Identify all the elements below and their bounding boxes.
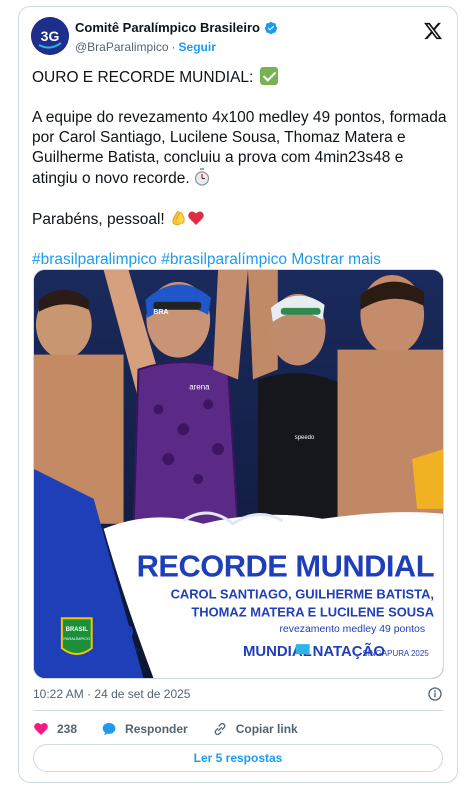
show-more-link[interactable]: Mostrar mais	[291, 251, 381, 268]
media-names-line2: THOMAZ MATERA E LUCILENE SOUSA	[191, 604, 434, 619]
post-meta: 10:22 AM · 24 de set de 2025	[33, 687, 443, 703]
media-names-line1: CAROL SANTIAGO, GUILHERME BATISTA,	[171, 586, 434, 601]
brand-wave-icon	[295, 644, 310, 655]
congrats-text: Parabéns, pessoal!	[32, 211, 165, 228]
logo-brasil-sub: PARALÍMPICO	[63, 636, 90, 641]
link-icon	[214, 722, 226, 736]
read-replies-button[interactable]: Ler 5 respostas	[33, 744, 443, 772]
account-handle[interactable]: @BraParalimpico	[75, 40, 169, 54]
post-header: 3G Comitê Paralímpico Brasileiro @BraPar…	[31, 17, 445, 61]
brand-location: SINGAPURA 2025	[362, 649, 429, 658]
cap-text: BRA	[153, 309, 168, 316]
media-headline: RECORDE MUNDIAL	[137, 548, 434, 583]
suit-brand-speedo: speedo	[295, 435, 315, 441]
post-time[interactable]: 10:22 AM	[33, 687, 84, 701]
follow-button[interactable]: Seguir	[179, 40, 216, 54]
swimmers-photo-graphic: BRA arena speedo RECORDE MUNDIAL CAROL S…	[34, 270, 443, 678]
post-body: A equipe do revezamento 4x100 medley 49 …	[32, 109, 447, 187]
divider	[33, 710, 443, 711]
post-card: 3G Comitê Paralímpico Brasileiro @BraPar…	[18, 6, 458, 783]
svg-text:3G: 3G	[41, 28, 60, 44]
account-name[interactable]: Comitê Paralímpico Brasileiro	[75, 20, 260, 35]
copy-link-label: Copiar link	[235, 722, 298, 736]
hashtag-brasilparalimpico[interactable]: #brasilparalimpico	[32, 251, 157, 268]
verified-badge-icon	[264, 21, 278, 35]
like-button[interactable]: 238	[33, 721, 77, 737]
reply-button[interactable]: Responder	[101, 721, 188, 737]
reply-label: Responder	[125, 722, 188, 736]
meta-separator: ·	[87, 687, 92, 701]
like-count: 238	[57, 722, 78, 736]
reply-bubble-icon	[102, 723, 116, 736]
post-date[interactable]: 24 de set de 2025	[94, 687, 190, 701]
hashtag-brasilparalimpico-accent[interactable]: #brasilparalímpico	[161, 251, 287, 268]
logo-30-sub3: BRASILEIRO	[112, 652, 136, 657]
media-event: revezamento medley 49 pontos	[279, 624, 425, 635]
post-headline: OURO E RECORDE MUNDIAL:	[32, 69, 254, 86]
handle-separator: ·	[171, 40, 176, 54]
info-icon[interactable]	[427, 686, 443, 702]
logo-30: 30	[114, 622, 134, 642]
heart-icon	[34, 722, 48, 735]
cpb-logo-icon: 3G	[31, 17, 69, 55]
x-logo-icon[interactable]	[423, 21, 443, 41]
logo-brasil: BRASIL	[66, 627, 89, 633]
suit-brand-arena: arena	[189, 382, 210, 391]
stopwatch-icon	[194, 168, 210, 186]
post-text: OURO E RECORDE MUNDIAL: A equipe do reve…	[32, 67, 452, 270]
clapping-hands-icon	[169, 209, 187, 227]
post-image[interactable]: BRA arena speedo RECORDE MUNDIAL CAROL S…	[33, 269, 444, 679]
red-heart-icon	[187, 209, 205, 227]
check-mark-icon	[259, 67, 278, 85]
avatar[interactable]: 3G	[31, 17, 69, 55]
action-bar: 238 Responder Copiar link	[33, 719, 443, 739]
copy-link-button[interactable]: Copiar link	[212, 721, 298, 737]
